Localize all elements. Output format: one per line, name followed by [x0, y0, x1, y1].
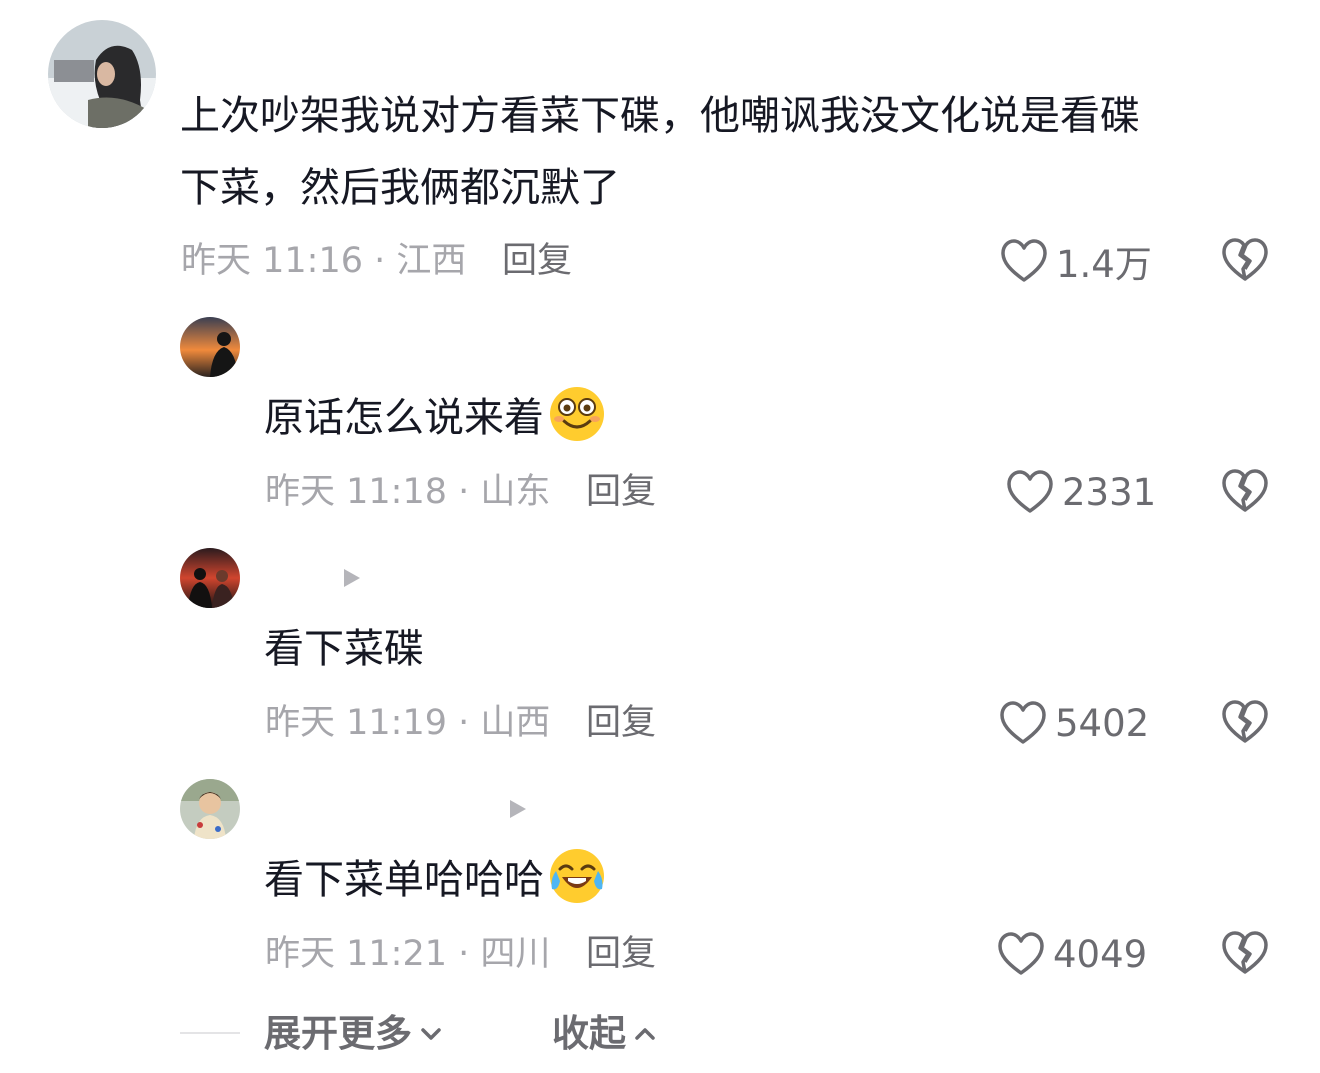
comment-text: 上次吵架我说对方看菜下碟，他嘲讽我没文化说是看碟: [180, 93, 1140, 139]
broken-heart-icon: [1222, 931, 1268, 974]
like-count: 5402: [1055, 701, 1150, 745]
like-button[interactable]: 5402: [999, 698, 1149, 748]
reply-button[interactable]: 回复: [502, 241, 572, 281]
heart-icon: [1001, 239, 1047, 282]
collapse-button[interactable]: 收起: [552, 1012, 658, 1056]
avatar[interactable]: [180, 548, 240, 608]
crying-laugh-emoji-icon: [550, 849, 604, 903]
footer-divider: [180, 1032, 240, 1034]
heart-icon: [998, 932, 1044, 975]
comment-meta: 昨天 11:18 · 山东: [265, 472, 551, 512]
like-count: 4049: [1053, 932, 1148, 976]
like-button[interactable]: 4049: [997, 929, 1147, 979]
like-button[interactable]: 2331: [1006, 467, 1156, 517]
broken-heart-icon: [1222, 469, 1268, 512]
dislike-button[interactable]: [1221, 236, 1269, 284]
collapse-label: 收起: [552, 1012, 626, 1055]
expand-more-button[interactable]: 展开更多: [264, 1012, 444, 1056]
like-count: 1.4万: [1056, 243, 1152, 286]
comment-text: 看下菜碟: [264, 626, 424, 672]
comment-text: 原话怎么说来着: [264, 382, 606, 454]
heart-icon: [1007, 470, 1053, 513]
smile-emoji-icon: [550, 387, 604, 441]
reply-to-arrow-icon: [344, 569, 360, 587]
comment-meta: 昨天 11:21 · 四川: [265, 934, 551, 974]
avatar[interactable]: [180, 317, 240, 377]
broken-heart-icon: [1222, 700, 1268, 743]
heart-icon: [1000, 701, 1046, 744]
reply-button[interactable]: 回复: [586, 934, 656, 974]
reply-button[interactable]: 回复: [586, 703, 656, 743]
expand-more-label: 展开更多: [264, 1012, 412, 1055]
reply-to-arrow-icon: [510, 800, 526, 818]
comment-text: 下菜，然后我俩都沉默了: [180, 165, 620, 211]
like-count: 2331: [1062, 470, 1157, 514]
dislike-button[interactable]: [1221, 929, 1269, 977]
comment-text-content: 看下菜单哈哈哈: [264, 857, 544, 903]
comment-meta: 昨天 11:19 · 山西: [265, 703, 551, 743]
comment-meta: 昨天 11:16 · 江西: [181, 241, 467, 281]
broken-heart-icon: [1222, 238, 1268, 281]
comment-text-content: 原话怎么说来着: [264, 395, 544, 441]
reply-button[interactable]: 回复: [586, 472, 656, 512]
dislike-button[interactable]: [1221, 467, 1269, 515]
avatar[interactable]: [180, 779, 240, 839]
comment-text: 看下菜单哈哈哈: [264, 844, 606, 916]
avatar[interactable]: [48, 20, 156, 128]
chevron-up-icon: [635, 1028, 655, 1040]
dislike-button[interactable]: [1221, 698, 1269, 746]
chevron-down-icon: [421, 1028, 441, 1040]
like-button[interactable]: 1.4万: [1000, 236, 1152, 286]
